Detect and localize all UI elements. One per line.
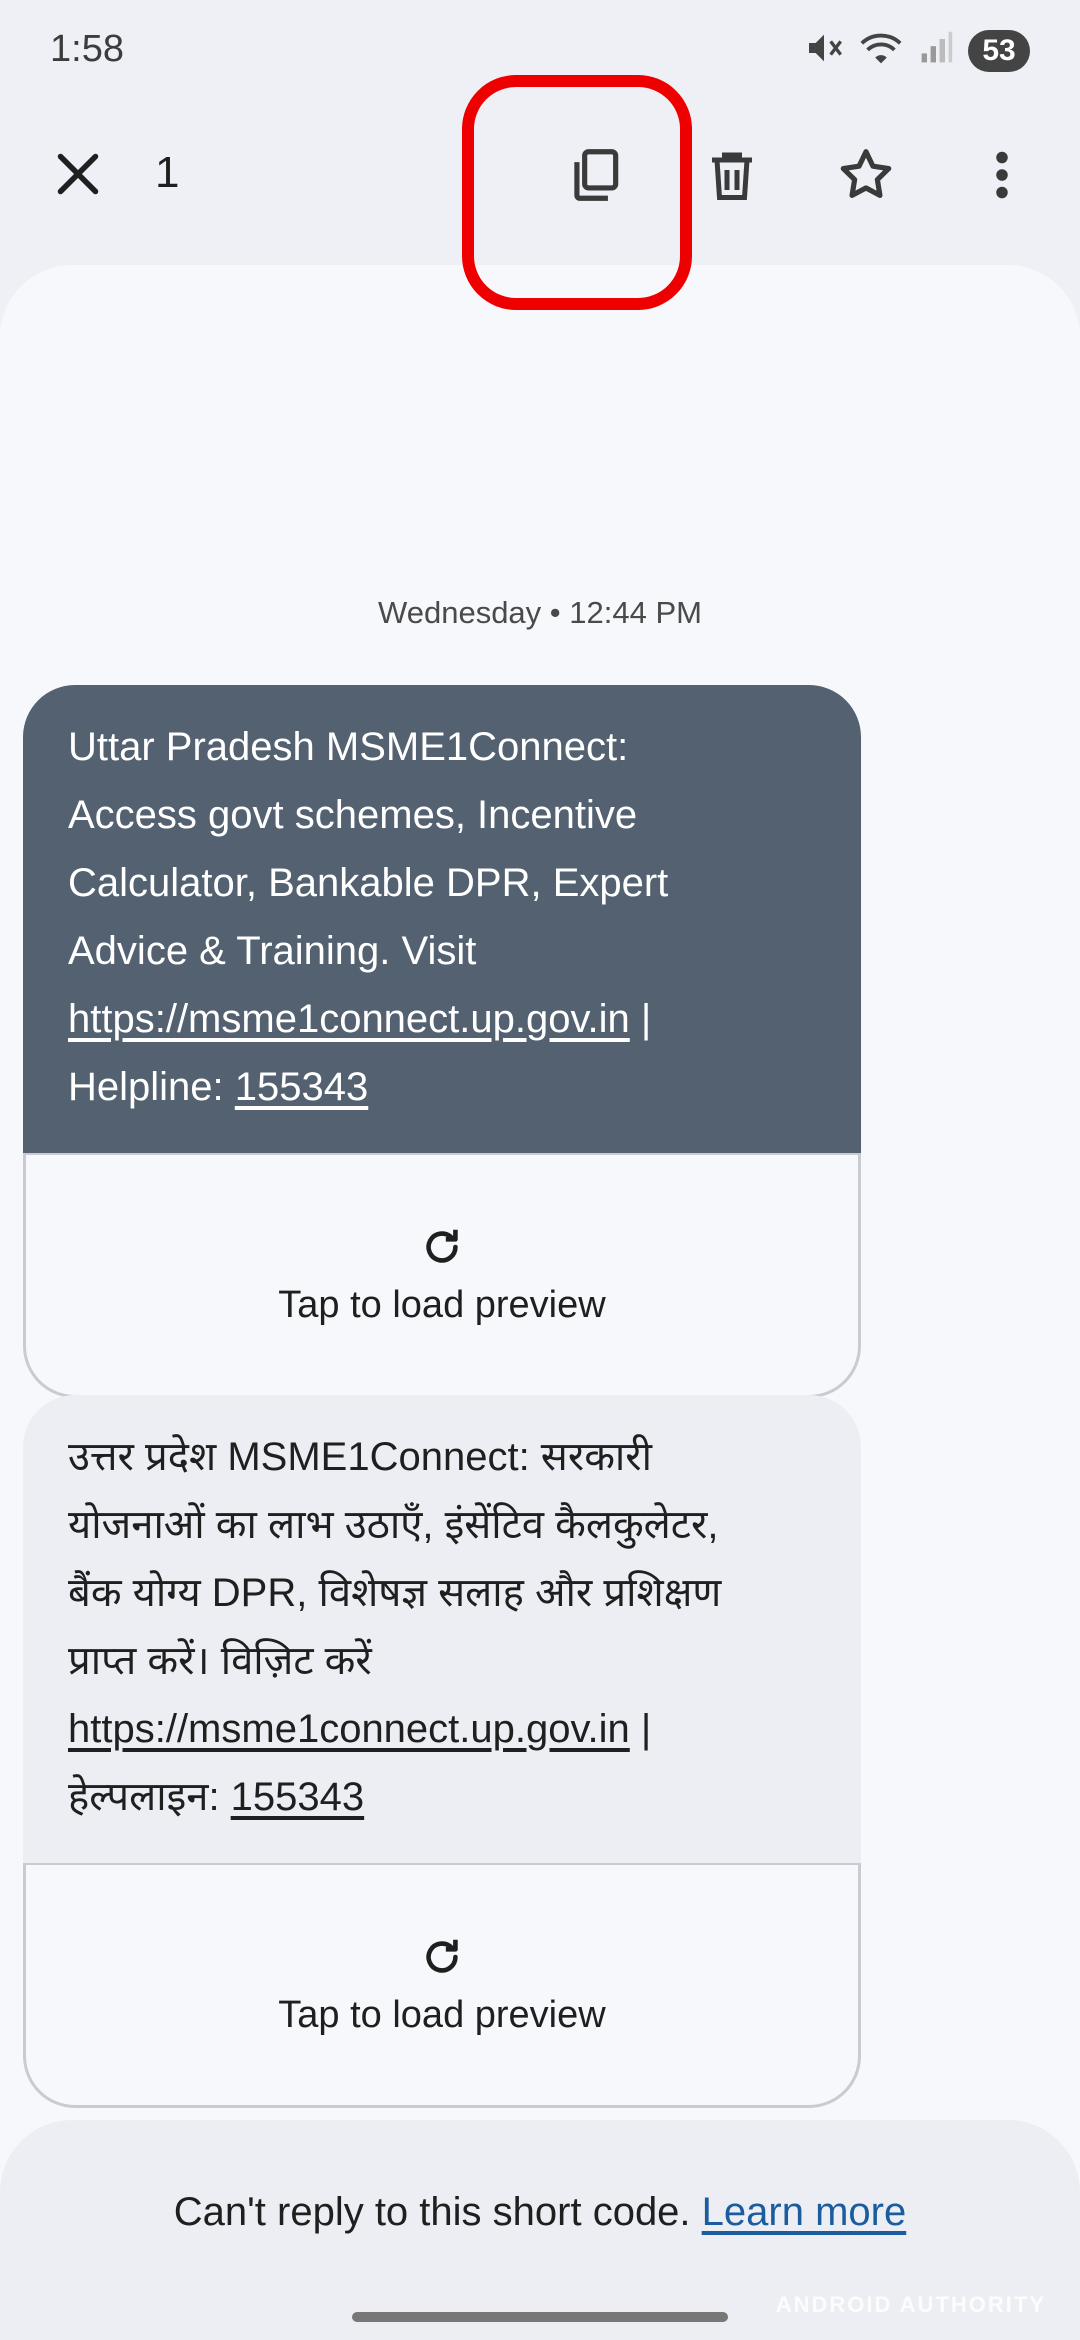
close-selection-button[interactable]: [48, 144, 108, 204]
refresh-icon: [426, 1229, 458, 1263]
helpline-label: Helpline:: [68, 1065, 235, 1109]
message-line: प्राप्त करें। विज़िट करें: [68, 1639, 372, 1683]
message-line: Advice & Training. Visit: [68, 929, 477, 973]
message-line: https://msme1connect.up.gov.in |: [68, 1695, 816, 1763]
signal-icon: [918, 28, 954, 73]
status-icons: 53: [804, 28, 1030, 73]
learn-more-link[interactable]: Learn more: [702, 2190, 907, 2234]
message-link[interactable]: https://msme1connect.up.gov.in: [68, 997, 630, 1041]
link-preview-loader[interactable]: Tap to load preview: [23, 1863, 861, 2108]
watermark: ANDROID AUTHORITY: [775, 2292, 1046, 2317]
status-bar: 1:58 53: [0, 0, 1080, 100]
message-line: Calculator, Bankable DPR, Expert: [68, 861, 669, 905]
message-bubble[interactable]: Uttar Pradesh MSME1Connect: Access govt …: [23, 685, 861, 1153]
separator: |: [629, 1707, 652, 1751]
message-line: उत्तर प्रदेश MSME1Connect: सरकारी: [68, 1435, 653, 1479]
star-button[interactable]: [831, 140, 901, 210]
helpline-label: हेल्पलाइन:: [68, 1775, 231, 1819]
delete-button[interactable]: [697, 140, 767, 210]
link-preview-loader[interactable]: Tap to load preview: [23, 1153, 861, 1398]
helpline-number-link[interactable]: 155343: [235, 1065, 368, 1109]
wifi-icon: [858, 28, 904, 73]
mute-icon: [804, 28, 844, 73]
copy-text-button[interactable]: [560, 140, 630, 210]
reply-disabled-notice: Can't reply to this short code. Learn mo…: [0, 2190, 1080, 2235]
message-bubble[interactable]: उत्तर प्रदेश MSME1Connect: सरकारी योजनाओ…: [23, 1395, 861, 1863]
message-card[interactable]: उत्तर प्रदेश MSME1Connect: सरकारी योजनाओ…: [23, 1395, 861, 2108]
message-line: Uttar Pradesh MSME1Connect:: [68, 725, 629, 769]
selected-count: 1: [155, 148, 180, 197]
more-options-button[interactable]: [967, 140, 1037, 210]
reply-disabled-text: Can't reply to this short code.: [173, 2190, 702, 2234]
close-icon: [57, 153, 99, 195]
tap-to-load-preview: Tap to load preview: [278, 1283, 606, 1326]
message-line: Access govt schemes, Incentive: [68, 793, 638, 837]
selection-action-bar: 1: [0, 120, 1080, 230]
copy-icon: [574, 149, 619, 201]
conversation-pane: Wednesday • 12:44 PM Uttar Pradesh MSME1…: [0, 265, 1080, 2340]
message-line: https://msme1connect.up.gov.in |: [68, 985, 816, 1053]
message-card[interactable]: Uttar Pradesh MSME1Connect: Access govt …: [23, 685, 861, 1398]
message-timestamp: Wednesday • 12:44 PM: [378, 595, 702, 630]
battery-indicator: 53: [968, 29, 1030, 72]
separator: |: [629, 997, 652, 1041]
helpline-number-link[interactable]: 155343: [231, 1775, 364, 1819]
home-indicator[interactable]: [352, 2312, 728, 2322]
message-link[interactable]: https://msme1connect.up.gov.in: [68, 1707, 630, 1751]
message-line: हेल्पलाइन: 155343: [68, 1763, 816, 1831]
tap-to-load-preview: Tap to load preview: [278, 1993, 606, 2036]
reply-disabled-footer: Can't reply to this short code. Learn mo…: [0, 2120, 1080, 2340]
refresh-icon: [426, 1939, 458, 1973]
status-time: 1:58: [50, 28, 124, 70]
more-vert-icon: [996, 151, 1008, 199]
message-line: योजनाओं का लाभ उठाएँ, इंसेंटिव कैलकुलेटर…: [68, 1503, 719, 1547]
star-icon: [840, 149, 892, 198]
delete-icon: [712, 152, 752, 200]
message-line: बैंक योग्य DPR, विशेषज्ञ सलाह और प्रशिक्…: [68, 1571, 722, 1615]
message-line: Helpline: 155343: [68, 1053, 816, 1121]
